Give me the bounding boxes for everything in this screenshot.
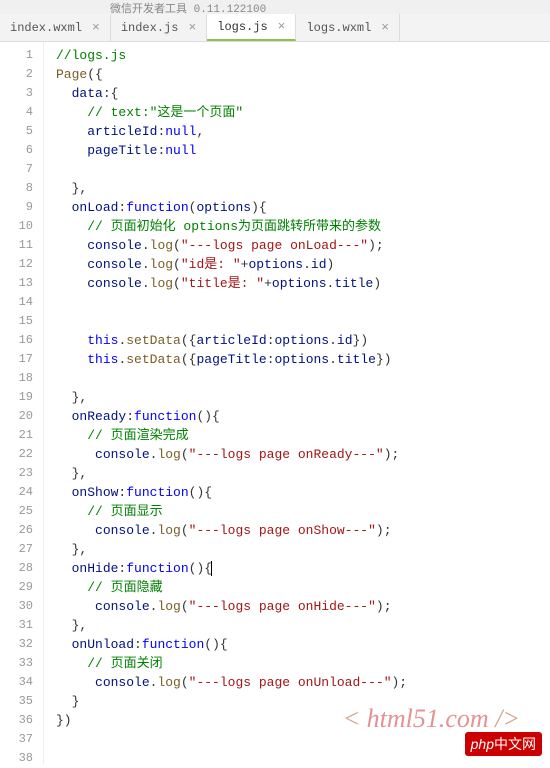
code-line[interactable]: articleId:null, <box>56 122 550 141</box>
line-number: 18 <box>0 369 33 388</box>
code-line[interactable] <box>56 293 550 312</box>
code-line[interactable]: console.log("---logs page onShow---"); <box>56 521 550 540</box>
line-number: 32 <box>0 635 33 654</box>
close-icon[interactable]: × <box>381 20 389 35</box>
line-number: 2 <box>0 65 33 84</box>
code-line[interactable]: // 页面渲染完成 <box>56 426 550 445</box>
tab-logs-js[interactable]: logs.js × <box>207 14 296 41</box>
code-line[interactable] <box>56 369 550 388</box>
code-line[interactable]: // 页面初始化 options为页面跳转所带来的参数 <box>56 217 550 236</box>
tab-index-js[interactable]: index.js × <box>111 14 207 41</box>
code-line[interactable]: onShow:function(){ <box>56 483 550 502</box>
code-line[interactable]: console.log("---logs page onUnload---"); <box>56 673 550 692</box>
code-line[interactable]: }, <box>56 464 550 483</box>
line-number: 33 <box>0 654 33 673</box>
code-line[interactable]: onReady:function(){ <box>56 407 550 426</box>
close-icon[interactable]: × <box>188 20 196 35</box>
line-number: 36 <box>0 711 33 730</box>
line-number: 10 <box>0 217 33 236</box>
watermark-phpcn: php中文网 <box>465 732 542 756</box>
code-line[interactable]: Page({ <box>56 65 550 84</box>
line-number: 24 <box>0 483 33 502</box>
tab-bar: index.wxml × index.js × logs.js × logs.wxml × <box>0 14 550 42</box>
line-number: 38 <box>0 749 33 768</box>
code-line[interactable]: // 页面隐藏 <box>56 578 550 597</box>
line-number: 34 <box>0 673 33 692</box>
code-line[interactable]: }, <box>56 179 550 198</box>
line-number: 30 <box>0 597 33 616</box>
code-line[interactable]: // 页面显示 <box>56 502 550 521</box>
line-number: 22 <box>0 445 33 464</box>
line-gutter: 1234567891011121314151617181920212223242… <box>0 42 44 764</box>
title-bar: 微信开发者工具 0.11.122100 <box>0 0 550 14</box>
tab-label: logs.js <box>217 20 267 34</box>
line-number: 15 <box>0 312 33 331</box>
line-number: 26 <box>0 521 33 540</box>
line-number: 12 <box>0 255 33 274</box>
tab-index-wxml[interactable]: index.wxml × <box>0 14 111 41</box>
code-line[interactable] <box>56 312 550 331</box>
line-number: 37 <box>0 730 33 749</box>
code-line[interactable]: }, <box>56 540 550 559</box>
code-line[interactable]: console.log("title是: "+options.title) <box>56 274 550 293</box>
code-line[interactable]: this.setData({pageTitle:options.title}) <box>56 350 550 369</box>
line-number: 16 <box>0 331 33 350</box>
code-line[interactable]: // 页面关闭 <box>56 654 550 673</box>
code-line[interactable] <box>56 160 550 179</box>
line-number: 13 <box>0 274 33 293</box>
close-icon[interactable]: × <box>278 19 286 34</box>
code-line[interactable]: data:{ <box>56 84 550 103</box>
line-number: 9 <box>0 198 33 217</box>
line-number: 3 <box>0 84 33 103</box>
line-number: 31 <box>0 616 33 635</box>
line-number: 7 <box>0 160 33 179</box>
code-line[interactable]: pageTitle:null <box>56 141 550 160</box>
line-number: 8 <box>0 179 33 198</box>
code-line[interactable]: console.log("---logs page onReady---"); <box>56 445 550 464</box>
code-line[interactable]: console.log("id是: "+options.id) <box>56 255 550 274</box>
watermark-html51: < html51.com /> <box>343 704 520 734</box>
code-line[interactable]: console.log("---logs page onLoad---"); <box>56 236 550 255</box>
line-number: 17 <box>0 350 33 369</box>
line-number: 21 <box>0 426 33 445</box>
line-number: 25 <box>0 502 33 521</box>
tab-label: index.js <box>121 21 179 35</box>
line-number: 29 <box>0 578 33 597</box>
code-line[interactable]: onLoad:function(options){ <box>56 198 550 217</box>
tab-label: logs.wxml <box>306 21 371 35</box>
code-line[interactable]: onHide:function(){ <box>56 559 550 578</box>
editor-area: 1234567891011121314151617181920212223242… <box>0 42 550 764</box>
code-line[interactable]: this.setData({articleId:options.id}) <box>56 331 550 350</box>
code-line[interactable]: }, <box>56 616 550 635</box>
code-line[interactable]: console.log("---logs page onHide---"); <box>56 597 550 616</box>
code-line[interactable]: }, <box>56 388 550 407</box>
line-number: 27 <box>0 540 33 559</box>
line-number: 14 <box>0 293 33 312</box>
code-line[interactable]: // text:"这是一个页面" <box>56 103 550 122</box>
code-area[interactable]: //logs.jsPage({ data:{ // text:"这是一个页面" … <box>44 42 550 764</box>
tab-logs-wxml[interactable]: logs.wxml × <box>296 14 400 41</box>
line-number: 1 <box>0 46 33 65</box>
line-number: 19 <box>0 388 33 407</box>
line-number: 20 <box>0 407 33 426</box>
line-number: 6 <box>0 141 33 160</box>
line-number: 5 <box>0 122 33 141</box>
code-line[interactable]: onUnload:function(){ <box>56 635 550 654</box>
tab-label: index.wxml <box>10 21 82 35</box>
close-icon[interactable]: × <box>92 20 100 35</box>
code-line[interactable]: //logs.js <box>56 46 550 65</box>
line-number: 11 <box>0 236 33 255</box>
line-number: 23 <box>0 464 33 483</box>
line-number: 28 <box>0 559 33 578</box>
line-number: 4 <box>0 103 33 122</box>
line-number: 35 <box>0 692 33 711</box>
